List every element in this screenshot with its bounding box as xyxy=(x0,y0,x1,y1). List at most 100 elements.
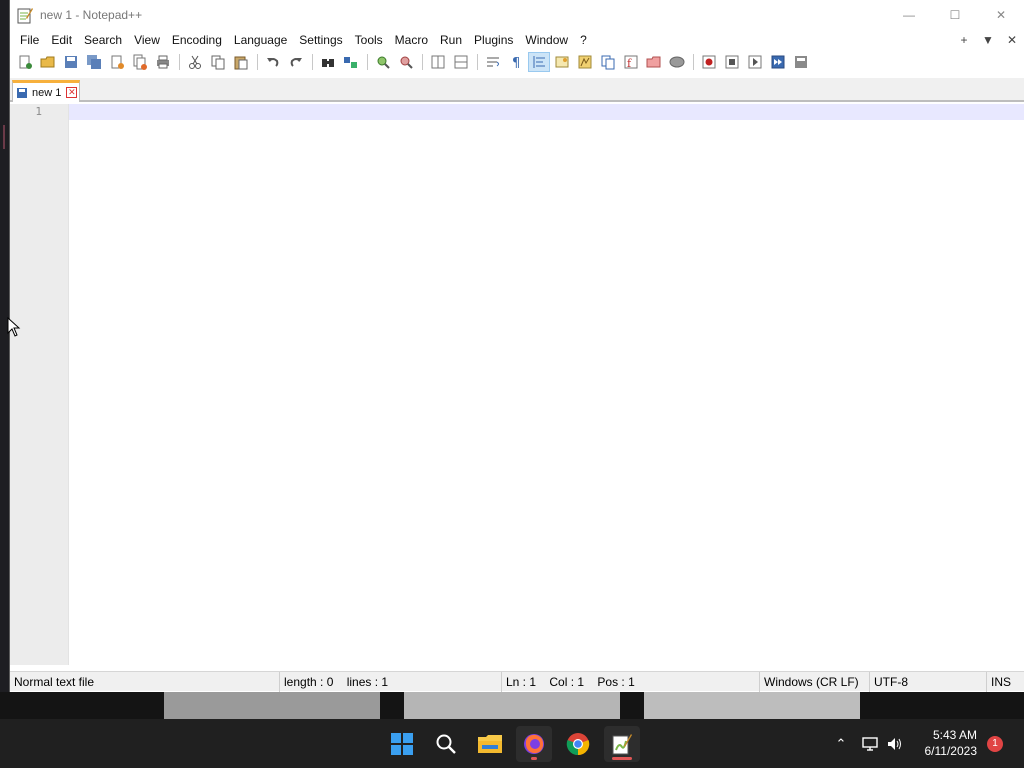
windows-logo-icon xyxy=(391,733,413,755)
paste-icon[interactable] xyxy=(230,52,252,72)
save-all-icon[interactable] xyxy=(83,52,105,72)
undo-icon[interactable] xyxy=(262,52,284,72)
wallpaper-thumbnail xyxy=(404,692,620,719)
save-macro-icon[interactable] xyxy=(790,52,812,72)
notification-badge[interactable]: 1 xyxy=(987,736,1003,752)
show-hidden-icons-chevron-icon[interactable]: ⌃ xyxy=(830,736,852,752)
close-all-icon[interactable] xyxy=(129,52,151,72)
cut-icon[interactable] xyxy=(184,52,206,72)
taskbar-file-explorer[interactable] xyxy=(472,726,508,762)
menu-plugins[interactable]: Plugins xyxy=(468,30,519,50)
user-defined-language-icon[interactable] xyxy=(551,52,573,72)
status-lines: lines : 1 xyxy=(346,674,389,689)
tab-new-1[interactable]: new 1 ✕ xyxy=(12,80,80,102)
tray-volume[interactable] xyxy=(886,719,904,768)
record-macro-icon[interactable] xyxy=(698,52,720,72)
folder-icon xyxy=(478,735,502,753)
maximize-button[interactable]: ☐ xyxy=(932,0,978,30)
status-position: Ln : 1 Col : 1 Pos : 1 xyxy=(502,671,760,692)
print-icon[interactable] xyxy=(152,52,174,72)
open-file-icon[interactable] xyxy=(37,52,59,72)
wallpaper-thumbnail xyxy=(644,692,860,719)
firefox-icon xyxy=(524,734,544,754)
desktop-edge-mark xyxy=(3,125,5,149)
indent-guide-icon[interactable] xyxy=(528,52,550,72)
toolbar-separator xyxy=(693,54,694,70)
editor-area[interactable]: 1 xyxy=(10,104,1024,665)
taskbar-clock[interactable]: 5:43 AM 6/11/2023 xyxy=(925,727,978,759)
window-title: new 1 - Notepad++ xyxy=(40,8,143,22)
wallpaper-thumbnail xyxy=(164,692,380,719)
status-eol: Windows (CR LF) xyxy=(760,671,870,692)
monitoring-icon[interactable] xyxy=(666,52,688,72)
menu-run[interactable]: Run xyxy=(434,30,468,50)
close-file-icon[interactable] xyxy=(106,52,128,72)
notepadpp-app-icon xyxy=(17,8,33,24)
toolbar-separator xyxy=(312,54,313,70)
status-file-type: Normal text file xyxy=(10,671,280,692)
toolbar-separator xyxy=(257,54,258,70)
taskbar-search-button[interactable] xyxy=(428,726,464,762)
document-list-icon[interactable] xyxy=(597,52,619,72)
line-number-gutter: 1 xyxy=(10,104,69,665)
copy-icon[interactable] xyxy=(207,52,229,72)
menu-encoding[interactable]: Encoding xyxy=(166,30,228,50)
function-list-icon[interactable]: f xyxy=(620,52,642,72)
menu-view[interactable]: View xyxy=(128,30,166,50)
find-icon[interactable] xyxy=(317,52,339,72)
show-all-characters-icon[interactable]: ¶ xyxy=(505,52,527,72)
tab-label: new 1 xyxy=(32,86,62,99)
start-button[interactable] xyxy=(384,726,420,762)
stop-macro-icon[interactable] xyxy=(721,52,743,72)
folder-as-workspace-icon[interactable] xyxy=(643,52,665,72)
play-macro-icon[interactable] xyxy=(744,52,766,72)
toolbar: ¶ f xyxy=(10,51,1024,73)
replace-icon[interactable] xyxy=(340,52,362,72)
search-icon xyxy=(436,734,456,754)
desktop-wallpaper xyxy=(0,692,1024,719)
minimize-button[interactable]: — xyxy=(886,0,932,30)
mouse-cursor-icon xyxy=(7,317,21,337)
menu-tools[interactable]: Tools xyxy=(349,30,389,50)
menu-help[interactable]: ? xyxy=(574,30,593,50)
status-encoding: UTF-8 xyxy=(870,671,987,692)
sync-vertical-icon[interactable] xyxy=(427,52,449,72)
menu-edit[interactable]: Edit xyxy=(45,30,78,50)
taskbar-notepadpp[interactable] xyxy=(604,726,640,762)
menu-settings[interactable]: Settings xyxy=(293,30,348,50)
add-tab-button[interactable]: + xyxy=(952,33,976,47)
toolbar-separator xyxy=(367,54,368,70)
toolbar-separator xyxy=(179,54,180,70)
zoom-in-icon[interactable] xyxy=(372,52,394,72)
desktop-edge xyxy=(0,0,9,692)
taskbar-chrome[interactable] xyxy=(560,726,596,762)
zoom-out-icon[interactable] xyxy=(395,52,417,72)
taskbar-firefox[interactable] xyxy=(516,726,552,762)
run-macro-multiple-icon[interactable] xyxy=(767,52,789,72)
new-file-icon[interactable] xyxy=(14,52,36,72)
save-icon[interactable] xyxy=(60,52,82,72)
network-icon xyxy=(862,736,878,751)
status-ln: Ln : 1 xyxy=(506,674,537,689)
tab-close-icon[interactable]: ✕ xyxy=(66,87,78,98)
menu-window[interactable]: Window xyxy=(519,30,574,50)
word-wrap-icon[interactable] xyxy=(482,52,504,72)
menu-language[interactable]: Language xyxy=(228,30,293,50)
toolbar-separator xyxy=(422,54,423,70)
menu-macro[interactable]: Macro xyxy=(389,30,434,50)
clock-date: 6/11/2023 xyxy=(924,744,978,758)
tray-network[interactable] xyxy=(862,719,880,768)
menu-bar-right: + ▼ ✕ xyxy=(952,30,1024,50)
menu-file[interactable]: File xyxy=(14,30,45,50)
tab-list-dropdown[interactable]: ▼ xyxy=(976,33,1000,47)
close-button[interactable]: ✕ xyxy=(978,0,1024,30)
close-doc-button[interactable]: ✕ xyxy=(1000,33,1024,47)
notepadpp-icon xyxy=(612,734,632,755)
document-map-icon[interactable] xyxy=(574,52,596,72)
menu-search[interactable]: Search xyxy=(78,30,128,50)
redo-icon[interactable] xyxy=(285,52,307,72)
title-bar[interactable]: new 1 - Notepad++ — ☐ ✕ xyxy=(10,0,1024,30)
sync-horizontal-icon[interactable] xyxy=(450,52,472,72)
line-number: 1 xyxy=(35,105,42,118)
saved-file-icon xyxy=(17,87,27,98)
